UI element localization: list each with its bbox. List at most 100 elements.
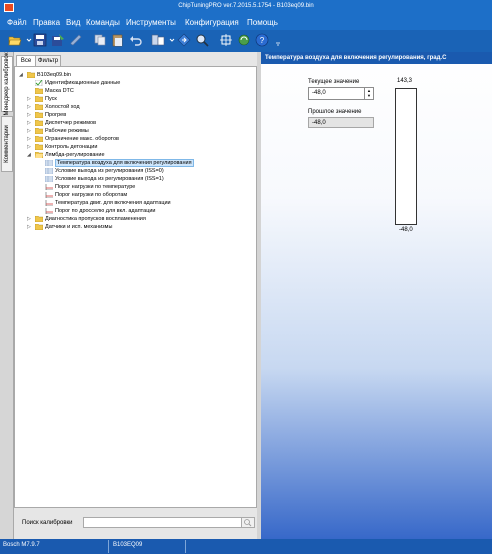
edit-icon[interactable] bbox=[69, 33, 83, 47]
calibration-panel: Все Фильтр ◢ B103eq09.bin Идентификацион… bbox=[14, 52, 257, 539]
title-bar: ChipTuningPRO ver.7.2015.5.1754 - B103eq… bbox=[0, 0, 492, 15]
connect-icon[interactable] bbox=[219, 33, 233, 47]
folder-icon bbox=[35, 112, 43, 118]
status-ecu: Bosch M7.9.7 bbox=[3, 542, 40, 548]
current-value-stepper[interactable]: -48,0 ▲ ▼ bbox=[308, 87, 374, 100]
folder-open-icon bbox=[35, 152, 43, 158]
expand-icon[interactable]: ▷ bbox=[27, 215, 31, 223]
graph-icon bbox=[45, 184, 53, 190]
folder-icon bbox=[35, 216, 43, 222]
menu-configuration[interactable]: Конфигурация bbox=[185, 18, 239, 27]
status-file: B103EQ09 bbox=[113, 542, 143, 548]
table-icon bbox=[45, 160, 53, 166]
expand-icon[interactable]: ▷ bbox=[27, 135, 31, 143]
graph-icon bbox=[45, 208, 53, 214]
folder-open-icon bbox=[27, 72, 35, 78]
save-as-icon[interactable] bbox=[51, 33, 65, 47]
expand-icon[interactable]: ▷ bbox=[27, 143, 31, 151]
search-zoom-icon[interactable] bbox=[195, 33, 209, 47]
toolbar: ? bbox=[0, 30, 492, 52]
tree-item-label: Лямбда-регулирование bbox=[45, 152, 105, 158]
search-icon bbox=[244, 519, 252, 527]
folder-icon bbox=[35, 104, 43, 110]
folder-icon bbox=[35, 96, 43, 102]
tree-item-label: Условие выхода из регулирования (ISS=0) bbox=[55, 168, 164, 174]
tree-item-label: Прогрев bbox=[45, 112, 67, 118]
search-area: Поиск калибровки bbox=[14, 508, 257, 539]
detail-panel: Температура воздуха для включения регули… bbox=[261, 52, 492, 539]
tab-all[interactable]: Все bbox=[16, 55, 36, 66]
graph-icon bbox=[45, 200, 53, 206]
tab-filter[interactable]: Фильтр bbox=[35, 55, 61, 66]
menu-view[interactable]: Вид bbox=[66, 18, 80, 27]
save-icon[interactable] bbox=[33, 33, 47, 47]
expand-icon[interactable]: ▷ bbox=[27, 95, 31, 103]
tree-item-label: Температура воздуха для включения регули… bbox=[55, 159, 194, 167]
tree-item-label: Датчики и исп. механизмы bbox=[45, 224, 113, 230]
menu-tools[interactable]: Инструменты bbox=[126, 18, 176, 27]
expand-icon[interactable]: ▷ bbox=[27, 119, 31, 127]
collapse-icon[interactable]: ◢ bbox=[19, 71, 23, 79]
side-tab-label: Менеджер калибровок bbox=[4, 52, 10, 116]
refresh-icon[interactable] bbox=[237, 33, 251, 47]
search-button[interactable] bbox=[241, 517, 255, 528]
previous-value-label: Прошлое значение bbox=[308, 109, 362, 115]
folder-icon bbox=[35, 136, 43, 142]
menu-help[interactable]: Помощь bbox=[247, 18, 278, 27]
tree-item-label: Пуск bbox=[45, 96, 57, 102]
menu-bar: Файл Правка Вид Команды Инструменты Конф… bbox=[0, 15, 492, 30]
side-tab-strip: Менеджер калибровок Комментарии bbox=[0, 52, 14, 539]
calibration-tree: ◢ B103eq09.bin Идентификационные данные … bbox=[14, 66, 257, 508]
side-tab-label: Комментарии bbox=[4, 125, 10, 163]
previous-value: -48,0 bbox=[312, 120, 326, 126]
current-value: -48,0 bbox=[312, 90, 326, 96]
tree-item-label: Порог по дросселю для вкл. адаптации bbox=[55, 208, 156, 214]
open-icon[interactable] bbox=[8, 33, 22, 47]
expand-icon[interactable]: ▷ bbox=[27, 111, 31, 119]
copy-icon[interactable] bbox=[93, 33, 107, 47]
side-tab-calibration-manager[interactable]: Менеджер калибровок bbox=[1, 53, 13, 115]
tree-item-label: Диагностика пропусков воспламенения bbox=[45, 216, 146, 222]
tree-item-label: Порог нагрузки по оборотам bbox=[55, 192, 128, 198]
search-input[interactable] bbox=[83, 517, 245, 528]
id-icon bbox=[35, 80, 43, 86]
search-label: Поиск калибровки bbox=[22, 520, 73, 526]
side-tab-comments[interactable]: Комментарии bbox=[1, 116, 13, 172]
current-value-label: Текущее значение bbox=[308, 79, 360, 85]
tree-item-label: Условие выхода из регулирования (ISS=1) bbox=[55, 176, 164, 182]
expand-icon[interactable]: ▷ bbox=[27, 223, 31, 231]
stepper-arrows: ▲ ▼ bbox=[364, 88, 373, 99]
tree-item-label: Температура двиг. для включения адаптаци… bbox=[55, 200, 171, 206]
folder-icon bbox=[35, 144, 43, 150]
folder-icon bbox=[35, 88, 43, 94]
graph-icon bbox=[45, 192, 53, 198]
undo-icon[interactable] bbox=[129, 33, 143, 47]
status-bar: Bosch M7.9.7 B103EQ09 bbox=[0, 539, 492, 554]
menu-file[interactable]: Файл bbox=[7, 18, 27, 27]
chevron-down-icon-2[interactable] bbox=[165, 33, 175, 47]
navigate-icon[interactable] bbox=[177, 33, 191, 47]
folder-icon bbox=[35, 120, 43, 126]
tree-item-label: Диспетчер режимов bbox=[45, 120, 97, 126]
table-icon bbox=[45, 168, 53, 174]
tree-item-label: Рабочие режимы bbox=[45, 128, 89, 134]
folder-icon bbox=[35, 128, 43, 134]
expand-icon[interactable]: ▷ bbox=[27, 127, 31, 135]
stepper-down-icon[interactable]: ▼ bbox=[365, 93, 373, 98]
status-separator bbox=[185, 540, 186, 553]
previous-value-field: -48,0 bbox=[308, 117, 374, 128]
menu-edit[interactable]: Правка bbox=[33, 18, 60, 27]
menu-commands[interactable]: Команды bbox=[86, 18, 120, 27]
window-title: ChipTuningPRO ver.7.2015.5.1754 - B103eq… bbox=[178, 3, 314, 9]
paste-icon[interactable] bbox=[111, 33, 125, 47]
collapse-icon[interactable]: ◢ bbox=[27, 151, 31, 159]
help-icon[interactable]: ? bbox=[255, 33, 269, 47]
chevron-down-icon[interactable] bbox=[22, 33, 32, 47]
folder-icon bbox=[35, 224, 43, 230]
tree-item-label: B103eq09.bin bbox=[37, 72, 71, 78]
gauge-min-label: -48,0 bbox=[399, 227, 413, 233]
toolbar-overflow-icon[interactable] bbox=[271, 33, 280, 47]
compare-icon[interactable] bbox=[151, 33, 165, 47]
tree-item-label: Порог нагрузки по температуре bbox=[55, 184, 136, 190]
expand-icon[interactable]: ▷ bbox=[27, 103, 31, 111]
